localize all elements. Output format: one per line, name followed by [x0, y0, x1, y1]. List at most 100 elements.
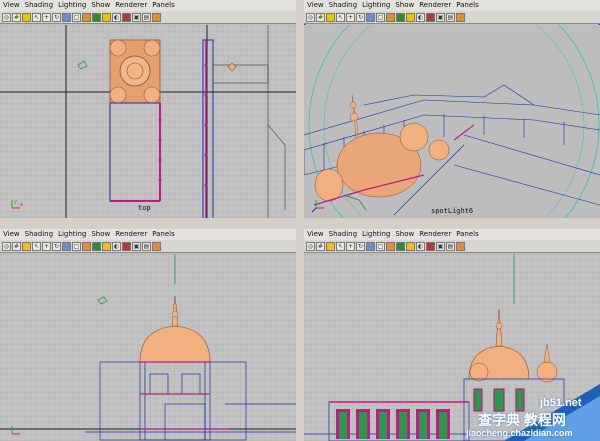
viewport-menubar: View Shading Lighting Show Renderer Pane…: [0, 229, 296, 240]
frame-icon[interactable]: ▤: [446, 12, 455, 22]
frame-icon[interactable]: ▤: [446, 241, 455, 251]
select-icon[interactable]: ↖: [336, 241, 345, 251]
select-icon[interactable]: ↖: [336, 12, 345, 22]
menu-view[interactable]: View: [3, 229, 20, 240]
front-view-canvas[interactable]: [0, 254, 296, 441]
menu-shading[interactable]: Shading: [329, 0, 357, 11]
menu-panels[interactable]: Panels: [152, 0, 175, 11]
shadow-icon[interactable]: ◐: [416, 12, 425, 22]
wireframe-icon[interactable]: □: [376, 241, 385, 251]
camera-icon[interactable]: ◎: [306, 12, 315, 22]
render-icon[interactable]: [456, 241, 465, 251]
menu-view[interactable]: View: [307, 229, 324, 240]
menu-shading[interactable]: Shading: [25, 0, 53, 11]
light-icon[interactable]: [22, 12, 31, 22]
menu-show[interactable]: Show: [91, 229, 110, 240]
textured-icon[interactable]: [396, 12, 405, 22]
scale-icon[interactable]: [62, 241, 71, 251]
grid-icon[interactable]: #: [316, 241, 325, 251]
viewport-toolbar: ◎ # ↖ + ↻ □ ◐ ▣ ▤: [0, 11, 296, 24]
wireframe-icon[interactable]: □: [72, 241, 81, 251]
camera-icon[interactable]: ◎: [2, 241, 11, 251]
isolate-icon[interactable]: [426, 241, 435, 251]
scale-icon[interactable]: [366, 12, 375, 22]
render-icon[interactable]: [152, 241, 161, 251]
menu-view[interactable]: View: [3, 0, 20, 11]
textured-icon[interactable]: [92, 241, 101, 251]
camera-icon[interactable]: ◎: [306, 241, 315, 251]
menu-renderer[interactable]: Renderer: [419, 229, 451, 240]
rotate-icon[interactable]: ↻: [356, 241, 365, 251]
menu-shading[interactable]: Shading: [329, 229, 357, 240]
shaded-icon[interactable]: [82, 241, 91, 251]
render-icon[interactable]: [152, 12, 161, 22]
menu-show[interactable]: Show: [395, 229, 414, 240]
shadow-icon[interactable]: ◐: [416, 241, 425, 251]
move-icon[interactable]: +: [42, 241, 51, 251]
frame-icon[interactable]: ▤: [142, 241, 151, 251]
menu-view[interactable]: View: [307, 0, 324, 11]
light-icon[interactable]: [22, 241, 31, 251]
move-icon[interactable]: +: [346, 12, 355, 22]
move-icon[interactable]: +: [346, 241, 355, 251]
isolate-icon[interactable]: [426, 12, 435, 22]
textured-icon[interactable]: [396, 241, 405, 251]
menu-panels[interactable]: Panels: [152, 229, 175, 240]
menu-renderer[interactable]: Renderer: [115, 229, 147, 240]
scale-icon[interactable]: [366, 241, 375, 251]
menu-shading[interactable]: Shading: [25, 229, 53, 240]
viewport-perspective[interactable]: View Shading Lighting Show Renderer Pane…: [304, 0, 600, 218]
viewport-label: top: [138, 204, 151, 212]
shaded-icon[interactable]: [82, 12, 91, 22]
viewport-toolbar: ◎ # ↖ + ↻ □ ◐ ▣ ▤: [0, 240, 296, 253]
menu-show[interactable]: Show: [91, 0, 110, 11]
wireframe-icon[interactable]: □: [72, 12, 81, 22]
grid-icon[interactable]: #: [12, 241, 21, 251]
rotate-icon[interactable]: ↻: [356, 12, 365, 22]
viewport-top[interactable]: View Shading Lighting Show Renderer Pane…: [0, 0, 296, 218]
viewport-menubar: View Shading Lighting Show Renderer Pane…: [304, 0, 600, 11]
render-icon[interactable]: [456, 12, 465, 22]
bulb-icon[interactable]: [406, 241, 415, 251]
xray-icon[interactable]: ▣: [132, 12, 141, 22]
light-icon[interactable]: [326, 12, 335, 22]
grid-icon[interactable]: #: [316, 12, 325, 22]
camera-icon[interactable]: ◎: [2, 12, 11, 22]
menu-lighting[interactable]: Lighting: [58, 229, 86, 240]
menu-lighting[interactable]: Lighting: [362, 229, 390, 240]
isolate-icon[interactable]: [122, 241, 131, 251]
select-icon[interactable]: ↖: [32, 12, 41, 22]
frame-icon[interactable]: ▤: [142, 12, 151, 22]
shadow-icon[interactable]: ◐: [112, 241, 121, 251]
bulb-icon[interactable]: [102, 241, 111, 251]
top-view-canvas[interactable]: top y x: [0, 25, 296, 218]
rotate-icon[interactable]: ↻: [52, 12, 61, 22]
shaded-icon[interactable]: [386, 241, 395, 251]
shaded-icon[interactable]: [386, 12, 395, 22]
shadow-icon[interactable]: ◐: [112, 12, 121, 22]
menu-panels[interactable]: Panels: [456, 0, 479, 11]
menu-lighting[interactable]: Lighting: [362, 0, 390, 11]
watermark-url: jiaocheng.chazidian.com: [466, 428, 573, 438]
menu-renderer[interactable]: Renderer: [115, 0, 147, 11]
select-icon[interactable]: ↖: [32, 241, 41, 251]
xray-icon[interactable]: ▣: [436, 12, 445, 22]
bulb-icon[interactable]: [102, 12, 111, 22]
grid-icon[interactable]: #: [12, 12, 21, 22]
viewport-front[interactable]: View Shading Lighting Show Renderer Pane…: [0, 229, 296, 441]
scale-icon[interactable]: [62, 12, 71, 22]
bulb-icon[interactable]: [406, 12, 415, 22]
xray-icon[interactable]: ▣: [436, 241, 445, 251]
menu-panels[interactable]: Panels: [456, 229, 479, 240]
xray-icon[interactable]: ▣: [132, 241, 141, 251]
rotate-icon[interactable]: ↻: [52, 241, 61, 251]
menu-lighting[interactable]: Lighting: [58, 0, 86, 11]
move-icon[interactable]: +: [42, 12, 51, 22]
wireframe-icon[interactable]: □: [376, 12, 385, 22]
textured-icon[interactable]: [92, 12, 101, 22]
isolate-icon[interactable]: [122, 12, 131, 22]
light-icon[interactable]: [326, 241, 335, 251]
menu-renderer[interactable]: Renderer: [419, 0, 451, 11]
perspective-view-canvas[interactable]: spotLight6: [304, 25, 600, 218]
menu-show[interactable]: Show: [395, 0, 414, 11]
